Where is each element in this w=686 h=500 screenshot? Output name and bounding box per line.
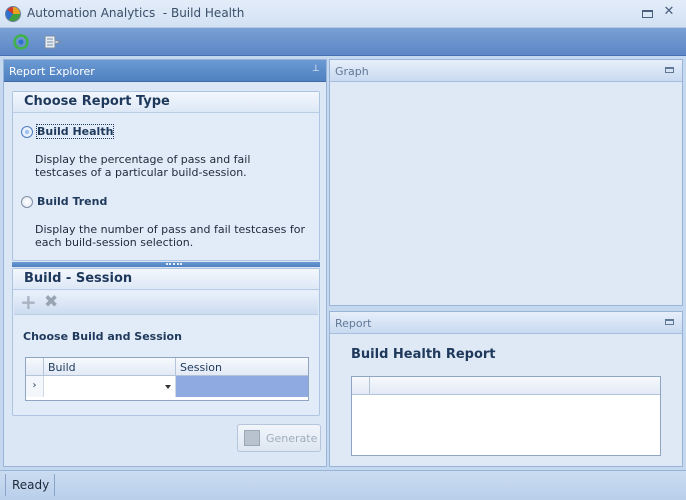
report-grid-header	[370, 377, 660, 395]
pie-chart-icon	[5, 6, 21, 22]
build-session-grid: Build Session ›	[25, 357, 309, 401]
session-cell[interactable]	[176, 376, 308, 397]
graph-minimize-icon[interactable]	[665, 67, 674, 73]
splitter-grip[interactable]	[166, 263, 182, 265]
report-title-label: Report	[335, 317, 372, 330]
export-button[interactable]	[42, 32, 64, 52]
remove-icon[interactable]: ✖	[44, 294, 60, 311]
export-icon	[44, 35, 63, 49]
build-trend-label[interactable]: Build Trend	[37, 195, 107, 208]
build-session-toolbar: + ✖	[14, 291, 318, 315]
main-toolbar	[0, 28, 686, 56]
minimize-button[interactable]	[640, 6, 654, 20]
status-text: Ready	[12, 478, 50, 492]
report-grid	[351, 376, 661, 456]
close-button[interactable]: ✕	[662, 5, 676, 19]
graph-title: Graph	[335, 65, 369, 78]
build-trend-radio[interactable]	[21, 196, 33, 208]
report-explorer-panel: Report Explorer ⊥ Choose Report Type Bui…	[3, 59, 327, 467]
build-session-group: Build - Session + ✖ Choose Build and Ses…	[12, 268, 320, 416]
report-header: Report	[330, 312, 682, 334]
status-separator-left	[5, 474, 6, 496]
title-bar: Automation Analytics - Build Health ✕	[0, 0, 686, 28]
choose-report-type-group: Choose Report Type Build Health Display …	[12, 91, 320, 261]
report-panel: Report Build Health Report	[329, 311, 683, 467]
refresh-icon	[13, 34, 29, 50]
chevron-down-icon[interactable]	[165, 385, 171, 389]
refresh-button[interactable]	[10, 32, 32, 52]
report-heading: Build Health Report	[351, 347, 496, 362]
choose-build-session-label: Choose Build and Session	[23, 330, 182, 343]
generate-label: Generate	[266, 432, 318, 445]
choose-report-type-header: Choose Report Type	[13, 92, 319, 113]
build-session-header: Build - Session	[13, 269, 319, 290]
status-bar: Ready	[0, 470, 686, 500]
report-explorer-header: Report Explorer ⊥	[4, 60, 326, 82]
generate-button[interactable]: Generate	[237, 424, 321, 452]
generate-icon	[244, 430, 260, 446]
choose-report-type-title: Choose Report Type	[24, 94, 170, 109]
build-column-header[interactable]: Build	[44, 358, 176, 376]
report-minimize-icon[interactable]	[665, 319, 674, 325]
status-separator	[54, 474, 55, 496]
window-title: Automation Analytics - Build Health	[27, 6, 245, 20]
graph-panel: Graph	[329, 59, 683, 306]
report-grid-corner	[352, 377, 370, 395]
build-health-label[interactable]: Build Health	[35, 124, 115, 139]
group-splitter[interactable]	[12, 262, 320, 267]
add-icon[interactable]: +	[20, 292, 37, 312]
graph-header: Graph	[330, 60, 682, 82]
build-health-description: Display the percentage of pass and fail …	[35, 153, 251, 179]
pin-icon[interactable]: ⊥	[312, 64, 320, 76]
build-trend-description: Display the number of pass and fail test…	[35, 223, 305, 249]
build-cell[interactable]	[44, 376, 176, 397]
build-health-radio[interactable]	[21, 126, 33, 138]
session-column-header[interactable]: Session	[176, 358, 308, 376]
build-session-title: Build - Session	[24, 271, 133, 286]
report-explorer-title: Report Explorer	[9, 65, 95, 78]
row-indicator: ›	[26, 376, 44, 397]
grid-corner-header	[26, 358, 44, 376]
